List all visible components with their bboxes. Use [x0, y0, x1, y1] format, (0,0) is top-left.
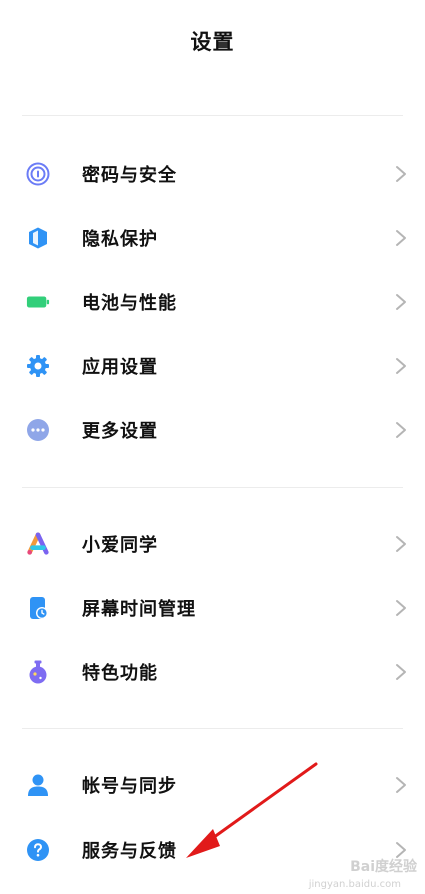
settings-item-label: 更多设置: [82, 421, 158, 442]
settings-item-password-security[interactable]: 密码与安全: [0, 142, 425, 206]
flask-icon: [26, 660, 50, 684]
settings-item-label: 帐号与同步: [82, 776, 177, 797]
settings-item-account-sync[interactable]: 帐号与同步: [0, 753, 425, 817]
chevron-right-icon: [396, 358, 406, 374]
more-dots-icon: [26, 418, 50, 442]
gear-icon: [26, 354, 50, 378]
user-icon: [26, 773, 50, 797]
settings-item-label: 隐私保护: [82, 229, 158, 250]
settings-item-screen-time[interactable]: 屏幕时间管理: [0, 576, 425, 640]
xiaoai-assistant-icon: [26, 532, 50, 556]
settings-item-label: 小爱同学: [82, 535, 158, 556]
privacy-shield-icon: [26, 226, 50, 250]
fingerprint-icon: [26, 162, 50, 186]
settings-item-label: 屏幕时间管理: [82, 599, 196, 620]
settings-item-special-features[interactable]: 特色功能: [0, 640, 425, 704]
chevron-right-icon: [396, 664, 406, 680]
settings-item-privacy[interactable]: 隐私保护: [0, 206, 425, 270]
chevron-right-icon: [396, 294, 406, 310]
chevron-right-icon: [396, 230, 406, 246]
battery-icon: [26, 290, 50, 314]
settings-item-label: 密码与安全: [82, 165, 177, 186]
chevron-right-icon: [396, 536, 406, 552]
settings-item-label: 特色功能: [82, 663, 158, 684]
settings-item-xiaoai[interactable]: 小爱同学: [0, 512, 425, 576]
divider-top: [22, 115, 403, 116]
settings-item-label: 应用设置: [82, 357, 158, 378]
chevron-right-icon: [396, 600, 406, 616]
page-title: 设置: [190, 30, 235, 54]
settings-item-more-settings[interactable]: 更多设置: [0, 398, 425, 462]
chevron-right-icon: [396, 166, 406, 182]
help-circle-icon: [26, 838, 50, 862]
divider-group-2: [22, 728, 403, 729]
settings-item-label: 电池与性能: [82, 293, 177, 314]
chevron-right-icon: [396, 422, 406, 438]
settings-item-label: 服务与反馈: [82, 841, 177, 862]
watermark-subtext: jingyan.baidu.com: [308, 879, 401, 890]
settings-item-app-settings[interactable]: 应用设置: [0, 334, 425, 398]
watermark-text: Bai度经验: [350, 859, 417, 875]
screen-time-icon: [26, 596, 50, 620]
chevron-right-icon: [396, 777, 406, 793]
settings-item-battery-performance[interactable]: 电池与性能: [0, 270, 425, 334]
divider-group-1: [22, 487, 403, 488]
